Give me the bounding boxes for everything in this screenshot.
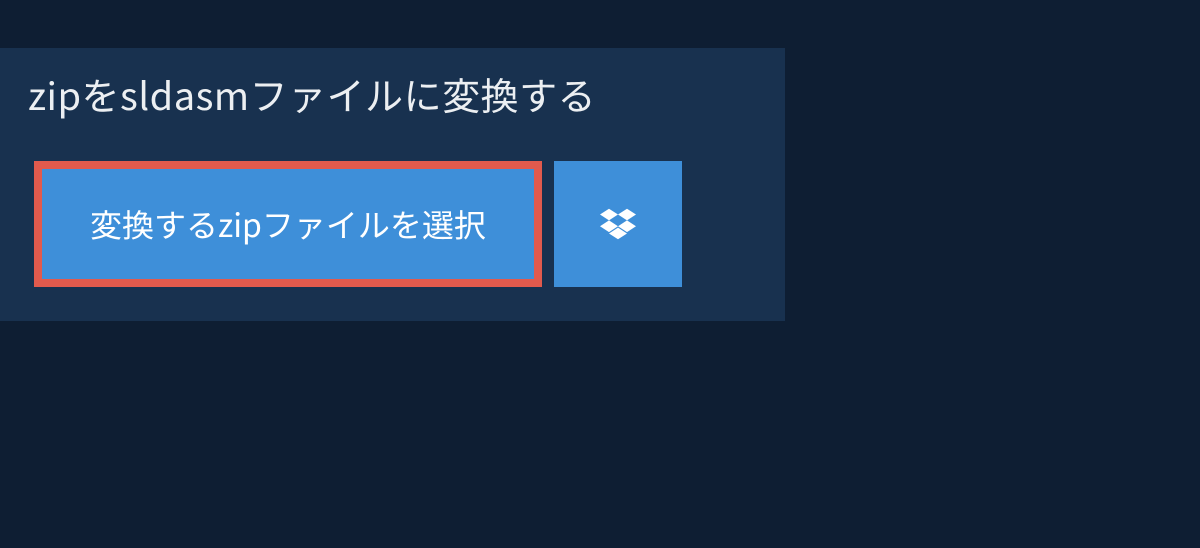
page-title: zipをsldasmファイルに変換する xyxy=(28,66,652,121)
select-file-button-label: 変換するzipファイルを選択 xyxy=(90,201,486,247)
converter-panel: zipをsldasmファイルに変換する 変換するzipファイルを選択 xyxy=(0,48,785,321)
heading-wrap: zipをsldasmファイルに変換する xyxy=(0,48,680,133)
select-file-button[interactable]: 変換するzipファイルを選択 xyxy=(34,161,542,287)
dropbox-button[interactable] xyxy=(554,161,682,287)
dropbox-icon xyxy=(600,208,636,240)
button-row: 変換するzipファイルを選択 xyxy=(0,133,785,321)
